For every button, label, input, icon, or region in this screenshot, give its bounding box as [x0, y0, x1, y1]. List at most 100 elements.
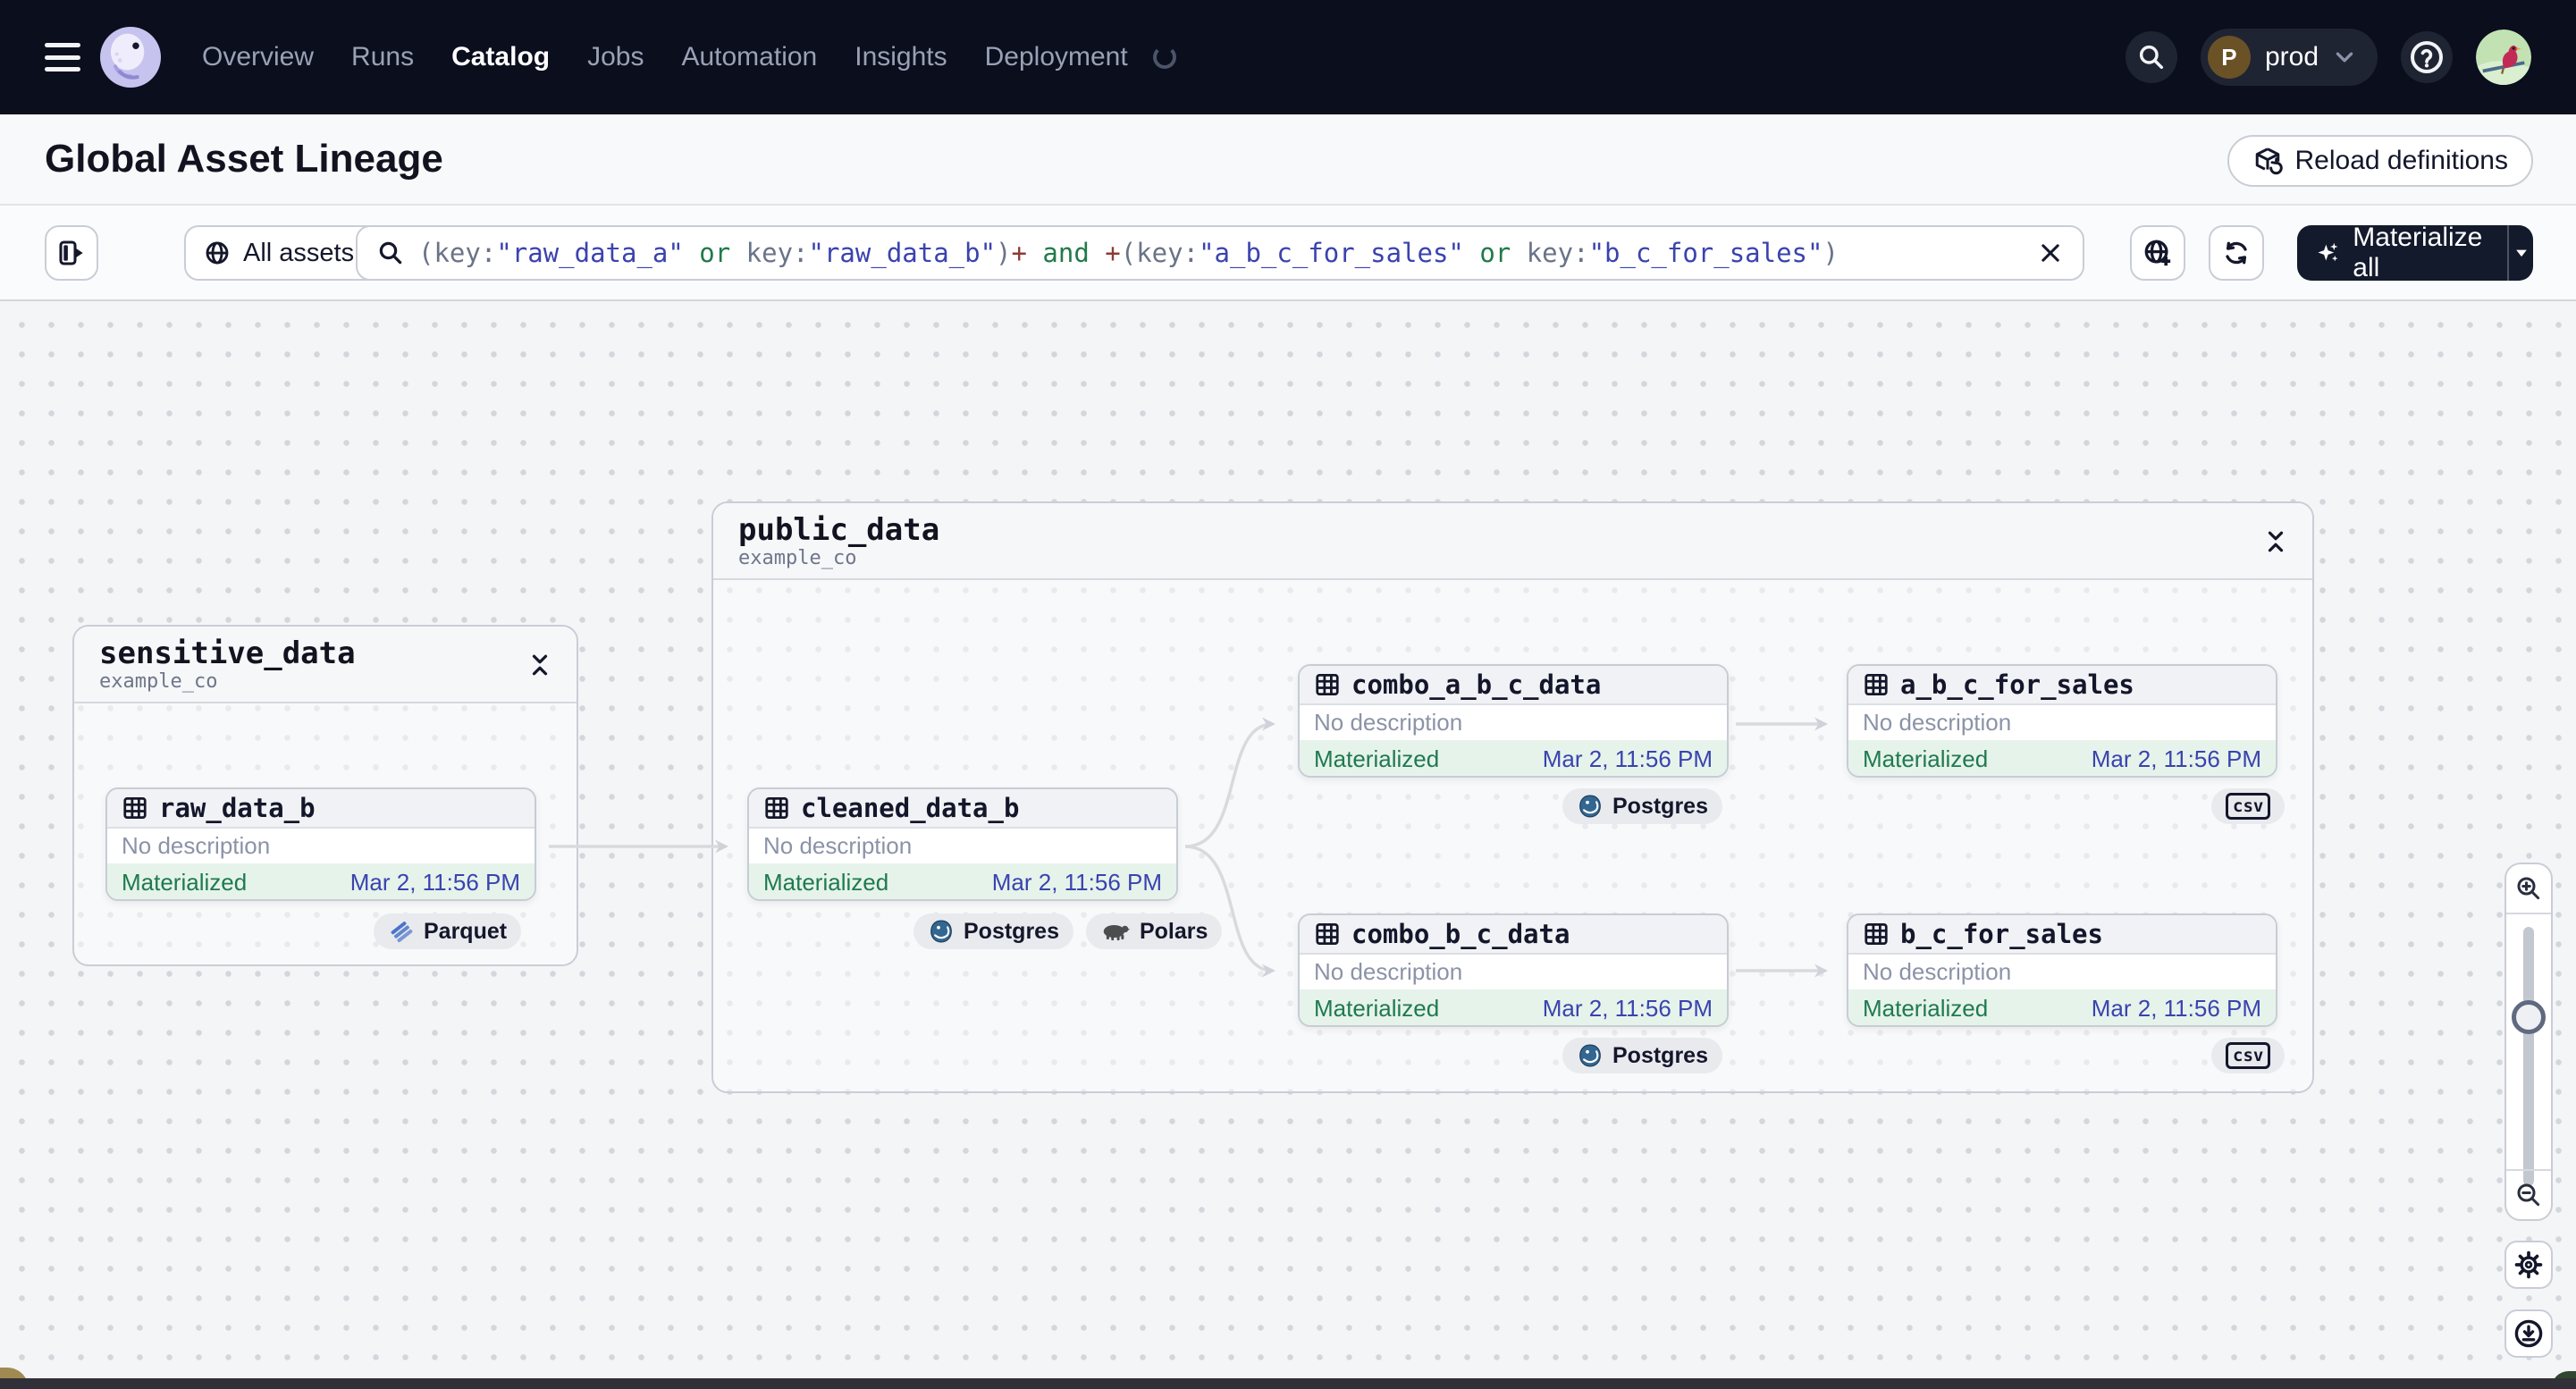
sparkles-icon	[2317, 239, 2340, 267]
caret-down-icon	[2513, 244, 2530, 262]
kind-badge-parquet[interactable]: Parquet	[374, 913, 522, 949]
asset-scope-label: All assets	[243, 238, 355, 267]
dagster-logo[interactable]	[100, 27, 161, 88]
badge-label: Parquet	[424, 918, 508, 944]
zoom-control-panel	[2504, 863, 2553, 1221]
materialize-options-button[interactable]	[2507, 225, 2533, 281]
group-title: public_data	[738, 512, 940, 548]
nav-item-catalog[interactable]: Catalog	[451, 42, 550, 72]
asset-query-text: (key:"raw_data_a" or key:"raw_data_b")+ …	[418, 238, 1839, 268]
nav-item-insights[interactable]: Insights	[854, 42, 947, 72]
materialize-all-split-button: Materialize all	[2297, 223, 2533, 282]
status-label: Materialized	[122, 868, 248, 896]
environment-switcher[interactable]: P prod	[2200, 29, 2378, 86]
status-timestamp: Mar 2, 11:56 PM	[2091, 994, 2261, 1022]
asset-name: b_c_for_sales	[1900, 919, 2103, 949]
collapse-icon	[2264, 530, 2287, 553]
refresh-button[interactable]	[2209, 225, 2264, 281]
search-button[interactable]	[2125, 31, 2177, 83]
globe-plus-icon	[2142, 238, 2173, 268]
asset-name: combo_b_c_data	[1351, 919, 1570, 949]
help-button[interactable]	[2401, 31, 2453, 83]
toggle-sidebar-button[interactable]	[45, 225, 98, 281]
nav-item-runs[interactable]: Runs	[351, 42, 414, 72]
asset-group-header[interactable]: sensitive_data example_co	[74, 627, 577, 703]
fetch-remote-assets-button[interactable]	[2130, 225, 2185, 281]
lineage-canvas[interactable]: sensitive_data example_co public_data ex…	[0, 301, 2576, 1389]
asset-description: No description	[1848, 955, 2276, 989]
hamburger-menu-icon[interactable]	[45, 43, 80, 72]
table-icon	[1314, 671, 1341, 698]
refresh-icon	[2222, 239, 2251, 267]
environment-avatar: P	[2207, 36, 2251, 79]
status-label: Materialized	[1314, 994, 1440, 1022]
kind-badge-postgres[interactable]: Postgres	[1562, 1038, 1722, 1073]
nav-item-automation[interactable]: Automation	[681, 42, 817, 72]
user-avatar[interactable]	[2476, 29, 2531, 85]
gear-icon	[2513, 1250, 2544, 1280]
download-graph-button[interactable]	[2504, 1309, 2553, 1358]
zoom-in-button[interactable]	[2506, 864, 2551, 914]
clear-query-icon[interactable]	[2038, 240, 2063, 265]
asset-group-header[interactable]: public_data example_co	[713, 503, 2312, 580]
reload-definitions-button[interactable]: Reload definitions	[2227, 135, 2533, 187]
zoom-out-button[interactable]	[2506, 1169, 2551, 1219]
asset-name: raw_data_b	[159, 793, 316, 823]
question-icon	[2409, 39, 2445, 75]
asset-node-a-b-c-for-sales[interactable]: a_b_c_for_sales No description Materiali…	[1847, 664, 2277, 778]
asset-status-row: Materialized Mar 2, 11:56 PM	[1848, 740, 2276, 776]
zoom-in-icon	[2515, 875, 2542, 902]
status-timestamp: Mar 2, 11:56 PM	[1542, 994, 1713, 1022]
materialize-all-button[interactable]: Materialize all	[2297, 223, 2507, 282]
asset-status-row: Materialized Mar 2, 11:56 PM	[1300, 740, 1727, 776]
status-timestamp: Mar 2, 11:56 PM	[991, 868, 1162, 896]
table-icon	[1863, 671, 1890, 698]
zoom-out-icon	[2515, 1182, 2542, 1208]
asset-node-header: raw_data_b	[107, 789, 535, 829]
panel-toggle-icon	[57, 239, 86, 267]
badge-label: Polars	[1139, 918, 1208, 944]
csv-icon: csv	[2226, 793, 2271, 820]
asset-node-combo-a-b-c-data[interactable]: combo_a_b_c_data No description Material…	[1298, 664, 1729, 778]
kind-badge-csv[interactable]: csv	[2211, 788, 2286, 824]
postgres-icon	[928, 918, 955, 945]
zoom-slider-handle[interactable]	[2512, 1000, 2546, 1034]
reload-definitions-label: Reload definitions	[2294, 146, 2509, 175]
badge-row-cleaned-data-b: Postgres Polars	[913, 913, 1223, 949]
asset-node-cleaned-data-b[interactable]: cleaned_data_b No description Materializ…	[747, 787, 1178, 901]
badge-row-b-c-for-sales: csv	[2211, 1038, 2286, 1073]
kind-badge-polars[interactable]: Polars	[1085, 913, 1223, 949]
badge-label: Postgres	[1612, 1042, 1708, 1068]
search-icon	[2137, 43, 2166, 72]
graph-settings-button[interactable]	[2504, 1241, 2553, 1289]
status-timestamp: Mar 2, 11:56 PM	[1542, 745, 1713, 772]
materialize-all-label: Materialize all	[2353, 223, 2483, 282]
asset-node-b-c-for-sales[interactable]: b_c_for_sales No description Materialize…	[1847, 913, 2277, 1027]
collapse-group-button[interactable]	[2260, 526, 2291, 557]
window-bottom-edge	[0, 1378, 2576, 1389]
asset-query-input[interactable]: (key:"raw_data_a" or key:"raw_data_b")+ …	[356, 225, 2084, 281]
postgres-icon	[1577, 1042, 1604, 1069]
asset-name: cleaned_data_b	[801, 793, 1020, 823]
asset-status-row: Materialized Mar 2, 11:56 PM	[1848, 989, 2276, 1025]
group-repo-label: example_co	[99, 670, 218, 694]
collapse-group-button[interactable]	[525, 650, 555, 680]
badge-label: Postgres	[964, 918, 1059, 944]
asset-node-combo-b-c-data[interactable]: combo_b_c_data No description Materializ…	[1298, 913, 1729, 1027]
collapse-icon	[528, 653, 551, 677]
zoom-slider-track[interactable]	[2523, 927, 2534, 1186]
asset-description: No description	[1848, 705, 2276, 740]
table-icon	[1863, 921, 1890, 947]
asset-node-raw-data-b[interactable]: raw_data_b No description Materialized M…	[105, 787, 536, 901]
environment-name: prod	[2264, 42, 2319, 72]
nav-item-jobs[interactable]: Jobs	[587, 42, 644, 72]
kind-badge-csv[interactable]: csv	[2211, 1038, 2286, 1073]
kind-badge-postgres[interactable]: Postgres	[1562, 788, 1722, 824]
group-repo-label: example_co	[738, 547, 857, 570]
nav-right-cluster: P prod	[2125, 29, 2531, 86]
status-label: Materialized	[1863, 745, 1989, 772]
nav-item-overview[interactable]: Overview	[202, 42, 314, 72]
nav-item-deployment[interactable]: Deployment	[985, 42, 1128, 72]
kind-badge-postgres[interactable]: Postgres	[913, 913, 1073, 949]
parquet-icon	[388, 918, 415, 945]
